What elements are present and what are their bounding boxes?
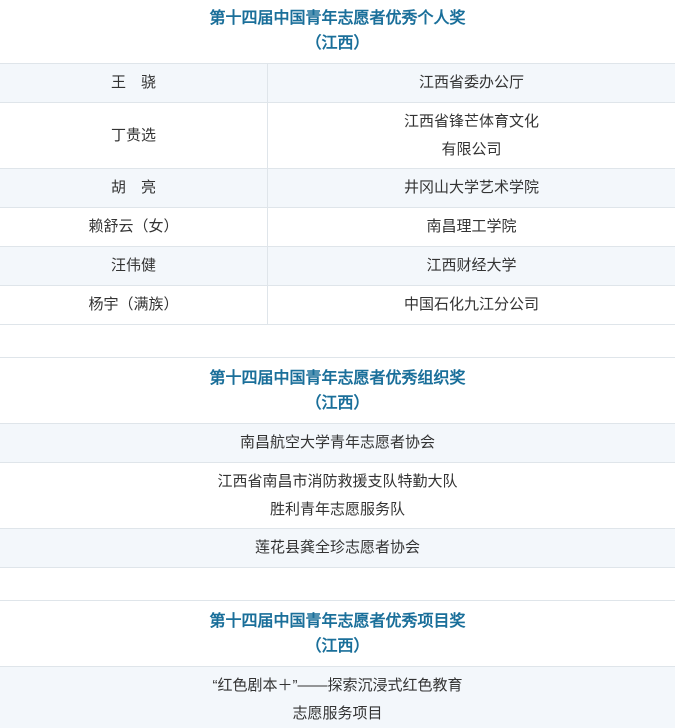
table-row: 丁贵选 江西省锋芒体育文化 有限公司 (0, 103, 675, 169)
section-header: 第十四届中国青年志愿者优秀组织奖 （江西） (0, 358, 675, 424)
section-header: 第十四届中国青年志愿者优秀个人奖 （江西） (0, 0, 675, 64)
section-title: 第十四届中国青年志愿者优秀项目奖 (209, 613, 466, 630)
table-row: 江西省南昌市消防救援支队特勤大队 胜利青年志愿服务队 (0, 463, 675, 529)
table-row: 王 骁 江西省委办公厅 (0, 64, 675, 103)
person-organization: 南昌理工学院 (426, 218, 517, 235)
organization-name: 南昌航空大学青年志愿者协会 (239, 434, 435, 451)
table-row: “红色剧本＋”——探索沉浸式红色教育 志愿服务项目 (0, 667, 675, 728)
section-subtitle: （江西） (305, 35, 370, 52)
project-name: “红色剧本＋”——探索沉浸式红色教育 志愿服务项目 (212, 677, 463, 722)
organization-name: 江西省南昌市消防救援支队特勤大队 胜利青年志愿服务队 (217, 472, 458, 518)
person-organization: 江西财经大学 (426, 257, 517, 274)
section-subtitle: （江西） (305, 395, 370, 412)
person-name: 丁贵选 (0, 103, 268, 168)
organization-award-section: 第十四届中国青年志愿者优秀组织奖 （江西） 南昌航空大学青年志愿者协会 江西省南… (0, 357, 675, 568)
person-name: 汪伟健 (0, 247, 268, 285)
person-name: 王 骁 (0, 64, 268, 102)
table-row: 杨宇（满族） 中国石化九江分公司 (0, 286, 675, 325)
table-row: 莲花县龚全珍志愿者协会 (0, 529, 675, 568)
person-organization: 江西省锋芒体育文化 有限公司 (403, 112, 539, 158)
award-list-page: 第十四届中国青年志愿者优秀个人奖 （江西） 王 骁 江西省委办公厅 丁贵选 江西… (0, 0, 675, 728)
table-row: 赖舒云（女） 南昌理工学院 (0, 208, 675, 247)
person-name: 胡 亮 (0, 169, 268, 207)
section-gap (0, 325, 675, 357)
section-title: 第十四届中国青年志愿者优秀组织奖 (209, 370, 466, 387)
person-name: 赖舒云（女） (0, 208, 268, 246)
section-title: 第十四届中国青年志愿者优秀个人奖 (209, 10, 466, 27)
table-row: 胡 亮 井冈山大学艺术学院 (0, 169, 675, 208)
person-name: 杨宇（满族） (0, 286, 268, 324)
person-organization: 井冈山大学艺术学院 (403, 179, 539, 196)
section-header: 第十四届中国青年志愿者优秀项目奖 （江西） (0, 601, 675, 667)
organization-name: 莲花县龚全珍志愿者协会 (254, 539, 420, 556)
person-organization: 江西省委办公厅 (418, 74, 524, 91)
section-subtitle: （江西） (305, 638, 370, 655)
project-award-section: 第十四届中国青年志愿者优秀项目奖 （江西） “红色剧本＋”——探索沉浸式红色教育… (0, 600, 675, 728)
section-gap (0, 568, 675, 600)
table-row: 汪伟健 江西财经大学 (0, 247, 675, 286)
individual-award-section: 第十四届中国青年志愿者优秀个人奖 （江西） 王 骁 江西省委办公厅 丁贵选 江西… (0, 0, 675, 325)
person-organization: 中国石化九江分公司 (403, 296, 539, 313)
table-row: 南昌航空大学青年志愿者协会 (0, 424, 675, 463)
